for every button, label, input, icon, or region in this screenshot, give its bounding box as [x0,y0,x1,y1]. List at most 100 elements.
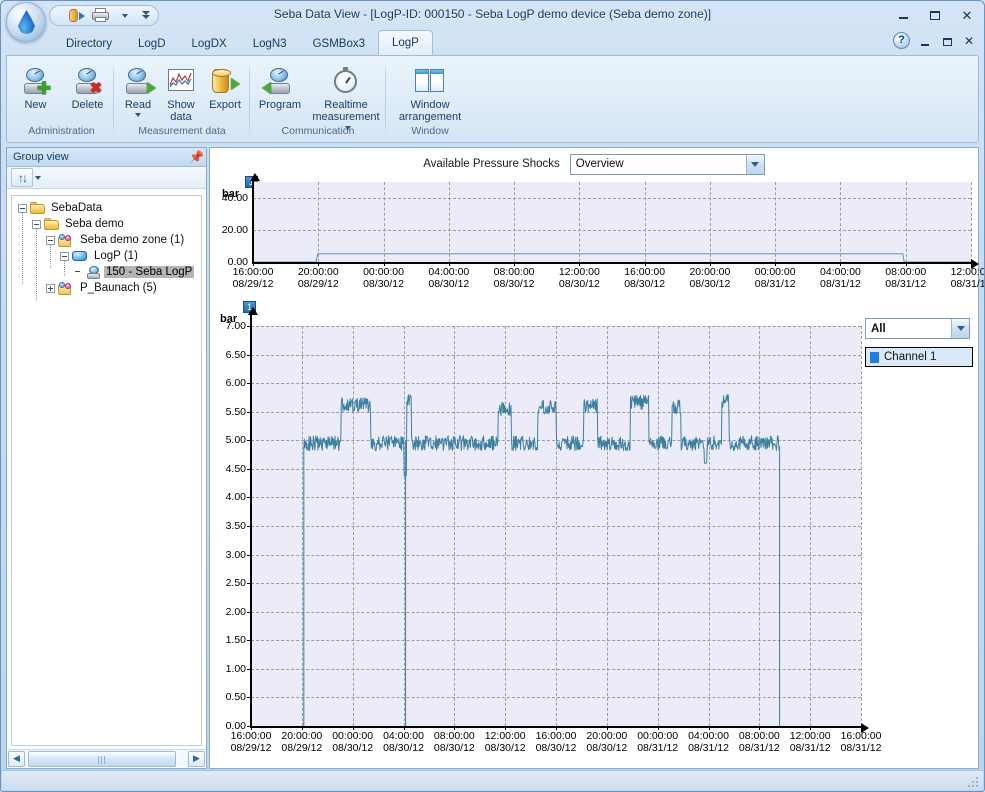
delete-button[interactable]: ✖ Delete [62,61,114,112]
show-data-button-label-line2: data [170,110,192,123]
detail-x-tick: 20:00:00 08/30/12 [586,730,628,754]
read-button[interactable]: Read [117,61,159,117]
sort-dropdown-icon[interactable] [35,175,41,180]
expander-minus-icon[interactable] [46,235,55,245]
legend-color-swatch [870,351,879,363]
expander-minus-icon[interactable] [60,251,69,261]
tab-logp[interactable]: LogP [378,30,433,55]
tree-item-label: Seba demo zone (1) [80,234,185,246]
tab-directory[interactable]: Directory [53,33,125,55]
overview-y-tick: 40.00 [221,192,248,204]
overview-x-tick: 04:00:00 08/31/12 [820,266,861,290]
new-button[interactable]: ✚ New [10,61,62,112]
show-data-button[interactable]: Show data [159,61,203,123]
legend-item-channel-1[interactable]: Channel 1 [870,351,968,363]
ribbon-separator [113,62,114,136]
printer-icon[interactable] [90,6,111,25]
customize-quick-access-icon[interactable] [138,6,154,25]
overview-x-tick: 12:00:00 08/30/12 [558,266,600,290]
tree-item-seba-demo-zone[interactable]: Seba demo zone (1) [14,232,199,248]
expander-minus-icon[interactable] [32,219,41,229]
overview-x-tick: 04:00:00 08/30/12 [428,266,470,290]
tree-item-seba-demo[interactable]: Seba demo [14,216,199,232]
detail-y-tick: 4.00 [225,491,246,504]
pressure-shocks-label: Available Pressure Shocks [423,158,560,170]
export-button[interactable]: Export [203,61,247,112]
expander-minus-icon[interactable] [18,203,27,213]
tab-gsmbox3[interactable]: GSMBox3 [300,33,378,55]
group-tree[interactable]: SebaData Seba demo Seba demo zone (1) Lo… [11,195,202,746]
scroll-right-icon[interactable]: ▶ [188,750,205,767]
tab-logn3[interactable]: LogN3 [240,33,300,55]
database-import-icon[interactable] [66,6,87,25]
status-bar [2,770,983,790]
ribbon-group-window-label: Window [411,125,449,137]
ribbon-separator [249,62,250,136]
read-dropdown-icon[interactable] [135,112,141,117]
device-icon [86,265,101,279]
pressure-shocks-select[interactable]: Overview [569,153,765,175]
tree-item-label: P_Baunach (5) [80,282,157,294]
scroll-left-icon[interactable]: ◀ [8,750,25,767]
tree-item-device-150[interactable]: 150 - Seba LogP [14,264,199,280]
overview-x-tick: 00:00:00 08/30/12 [363,266,404,290]
sort-ascending-descending-icon[interactable]: ↑↓ [11,168,33,187]
gridline [861,326,862,726]
detail-y-tick: 1.50 [225,634,246,647]
realtime-measurement-label-line2: measurement [312,110,380,123]
detail-x-tick: 08:00:00 08/30/12 [433,730,475,754]
chevron-down-icon[interactable] [745,154,764,174]
overview-x-tick: 08:00:00 08/30/12 [493,266,535,290]
resize-grip-icon[interactable] [967,775,980,788]
quick-access-toolbar [49,5,159,26]
overview-x-tick: 16:00:00 08/29/12 [232,266,274,290]
chevron-down-icon[interactable] [951,319,969,338]
pressure-shocks-toolbar: Available Pressure Shocks Overview [210,148,978,180]
detail-y-tick: 6.50 [225,348,246,361]
group-view-title: Group view [13,151,69,163]
show-data-button-label-line1: Show [167,99,195,111]
pin-icon[interactable]: 📌 [189,150,204,164]
detail-plot-area[interactable] [251,326,862,726]
detail-y-tick: 2.50 [225,577,246,590]
channel-filter-select[interactable]: All [865,318,970,339]
quick-access-more-icon[interactable] [114,6,135,25]
group-view-header: Group view 📌 [7,148,206,167]
tree-item-sebadata[interactable]: SebaData [14,200,199,216]
overview-series-channel-1 [253,253,971,262]
tree-item-logp-group[interactable]: LogP (1) [14,248,199,264]
tab-logdx[interactable]: LogDX [179,33,240,55]
expander-plus-icon[interactable] [46,283,55,293]
tree-item-label: 150 - Seba LogP [104,266,195,278]
mdi-restore-button[interactable] [940,34,954,48]
detail-y-tick: 3.50 [225,520,246,532]
device-read-icon [123,67,156,95]
application-menu-orb[interactable] [6,2,46,42]
mdi-minimize-button[interactable] [918,34,932,48]
tree-item-p-baunach[interactable]: P_Baunach (5) [14,280,199,296]
program-button[interactable]: Program [252,61,308,112]
scrollbar-track[interactable] [26,750,187,767]
tab-logd[interactable]: LogD [125,33,179,55]
detail-chart: bar 1 0.00 0.50 1.00 1.50 2.00 2.50 3.00 3.50 4.… [210,300,980,760]
window-close-button[interactable]: ✕ [956,6,978,24]
scrollbar-thumb[interactable] [28,750,176,767]
detail-y-axis [248,307,258,726]
detail-x-tick: 16:00:00 08/29/12 [230,730,272,754]
expander-none-icon [74,268,83,277]
help-icon[interactable]: ? [893,32,910,49]
window-arrangement-button[interactable]: Window arrangement [390,61,470,123]
overview-plot-area[interactable] [253,182,972,262]
channel-filter-value: All [871,322,886,335]
legend-items-list: Channel 1 [865,347,973,367]
mdi-close-button[interactable]: ✕ [962,34,976,48]
tree-item-label: Seba demo [65,218,124,230]
ribbon-group-communication-label: Communication [281,125,355,137]
device-delete-icon: ✖ [73,67,103,96]
new-button-label: New [24,99,47,111]
window-restore-button[interactable] [924,6,946,24]
mdi-child-controls: ? ✕ [893,32,976,49]
group-view-horizontal-scrollbar[interactable]: ◀ ▶ [8,749,205,767]
chart-document-window: Available Pressure Shocks Overview bar 1… [209,147,984,769]
window-minimize-button[interactable] [892,6,914,24]
